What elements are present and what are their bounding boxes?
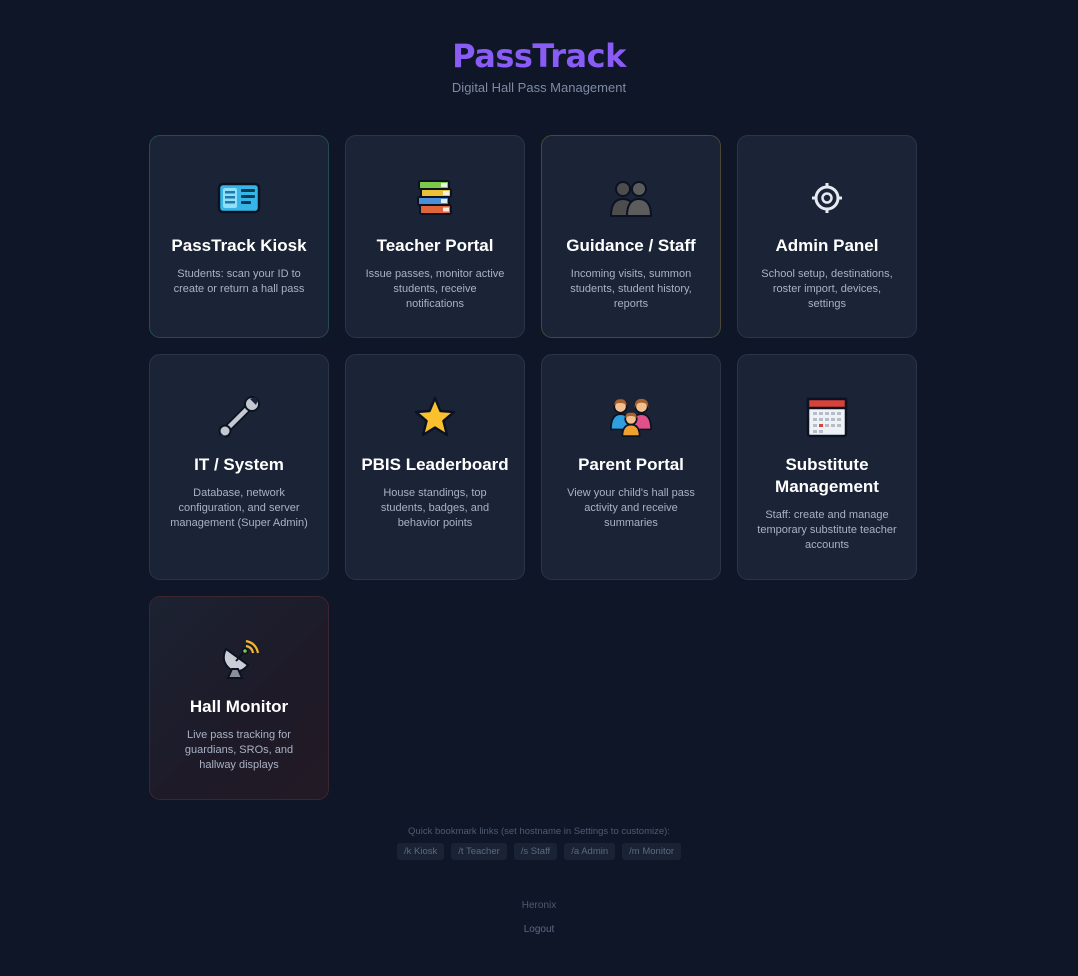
card-pbis-leaderboard[interactable]: PBIS Leaderboard House standings, top st… (345, 354, 525, 580)
card-substitute-management[interactable]: Substitute Management Staff: create and … (737, 354, 917, 580)
card-description: Incoming visits, summon students, studen… (570, 268, 692, 310)
bookmark-note: Quick bookmark links (set hostname in Se… (408, 826, 670, 837)
card-title: Hall Monitor (189, 697, 289, 716)
app-title: PassTrack (452, 37, 626, 75)
bookmark-staff-link[interactable]: /s Staff (513, 843, 558, 860)
card-description: Students: scan your ID to create or retu… (173, 268, 305, 295)
portal-grid: PassTrack Kiosk Students: scan your ID t… (149, 135, 917, 800)
card-teacher-portal[interactable]: Teacher Portal Issue passes, monitor act… (345, 135, 525, 338)
page-footer: Heronix Logout (0, 900, 1078, 935)
page-header: PassTrack Digital Hall Pass Management (0, 34, 1078, 95)
bookmark-chip-row: /k Kiosk /t Teacher /s Staff /a Admin /m… (0, 843, 1078, 860)
card-description: House standings, top students, badges, a… (380, 487, 490, 529)
card-guidance-staff[interactable]: Guidance / Staff Incoming visits, summon… (541, 135, 721, 338)
card-title: Guidance / Staff (566, 236, 696, 255)
card-title: Teacher Portal (376, 236, 494, 255)
id-card-icon (217, 176, 261, 220)
bookmark-admin-link[interactable]: /a Admin (564, 843, 616, 860)
bookmark-kiosk-link[interactable]: /k Kiosk (396, 843, 445, 860)
star-icon (413, 395, 457, 439)
card-description: Live pass tracking for guardians, SROs, … (184, 729, 294, 771)
card-title: Parent Portal (578, 455, 684, 474)
card-title: Admin Panel (775, 236, 879, 255)
card-title: PassTrack Kiosk (171, 236, 307, 255)
logout-link[interactable]: Logout (0, 924, 1078, 935)
app-subtitle: Digital Hall Pass Management (451, 80, 627, 95)
card-parent-portal[interactable]: Parent Portal View your child's hall pas… (541, 354, 721, 580)
calendar-icon (805, 395, 849, 439)
family-icon (609, 395, 653, 439)
gear-icon (805, 176, 849, 220)
card-passtrack-kiosk[interactable]: PassTrack Kiosk Students: scan your ID t… (149, 135, 329, 338)
card-title: PBIS Leaderboard (361, 455, 509, 474)
card-description: Database, network configuration, and ser… (170, 487, 308, 529)
card-admin-panel[interactable]: Admin Panel School setup, destinations, … (737, 135, 917, 338)
card-description: School setup, destinations, roster impor… (761, 268, 893, 310)
bookmark-links: Quick bookmark links (set hostname in Se… (0, 826, 1078, 860)
card-description: View your child's hall pass activity and… (567, 487, 695, 529)
card-description: Staff: create and manage temporary subst… (757, 509, 897, 551)
footer-brand: Heronix (521, 900, 557, 911)
wrench-icon (217, 395, 261, 439)
card-description: Issue passes, monitor active students, r… (365, 268, 505, 310)
bookmark-monitor-link[interactable]: /m Monitor (622, 843, 682, 860)
satellite-dish-icon (217, 637, 261, 681)
card-title: Substitute Management (775, 455, 879, 496)
people-icon (609, 176, 653, 220)
bookmark-teacher-link[interactable]: /t Teacher (451, 843, 507, 860)
card-it-system[interactable]: IT / System Database, network configurat… (149, 354, 329, 580)
card-hall-monitor[interactable]: Hall Monitor Live pass tracking for guar… (149, 596, 329, 800)
card-title: IT / System (194, 455, 284, 474)
books-icon (413, 176, 457, 220)
